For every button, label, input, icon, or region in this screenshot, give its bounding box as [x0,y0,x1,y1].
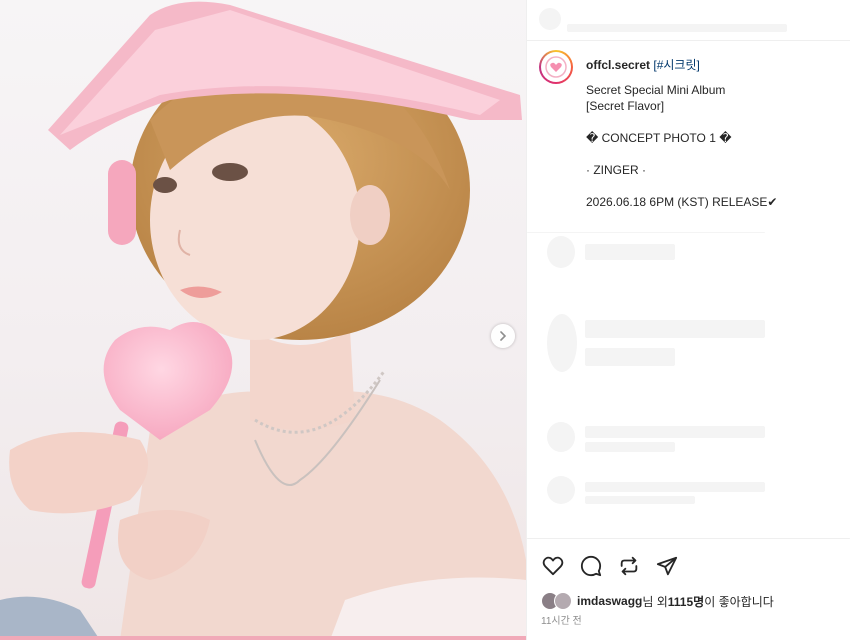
caption-line: 2026.06.18 6PM (KST) RELEASE✔ [586,195,778,209]
like-button[interactable] [541,554,565,578]
divider [527,232,765,233]
post-actions [541,554,679,578]
loading-text-placeholder [585,496,695,504]
share-button[interactable] [655,554,679,578]
comment-button[interactable] [579,554,603,578]
likes-summary: imdaswagg 님 외 1115명 이 좋아합니다 [541,592,774,610]
loading-text-placeholder [567,24,787,32]
loading-avatar-placeholder [547,422,575,452]
caption-line: Secret Special Mini Album [586,83,726,97]
avatar [554,592,572,610]
post-timestamp[interactable]: 11시간 전 [541,612,582,627]
brand-heart-logo-icon [545,56,567,78]
liker-username[interactable]: imdaswagg [577,594,642,608]
repost-button[interactable] [617,554,641,578]
heart-icon [542,556,564,576]
photo-illustration [0,1,526,640]
caption-line [586,114,841,130]
loading-avatar-placeholder [539,8,561,30]
loading-avatar-placeholder [547,314,577,372]
loading-text-placeholder [585,348,675,366]
loading-avatar-placeholder [547,236,575,268]
post-side-panel: offcl.secret [#시크릿] Secret Special Mini … [526,0,850,640]
divider [527,538,850,539]
send-icon [656,556,678,576]
bottom-accent-bar [0,636,526,640]
caption-line [586,178,841,194]
loading-text-placeholder [585,244,675,260]
hashtag-link[interactable]: [#시크릿] [653,58,699,72]
caption-line: � CONCEPT PHOTO 1 � [586,131,732,145]
loading-text-placeholder [585,482,765,492]
caption-line: [Secret Flavor] [586,99,665,113]
loading-avatar-placeholder [547,476,575,504]
instagram-post-view: offcl.secret [#시크릿] Secret Special Mini … [0,0,850,640]
repost-icon [620,556,638,576]
chevron-right-icon [500,331,507,341]
caption-line [586,146,841,162]
caption-line: · ZINGER · [586,163,646,177]
post-caption: offcl.secret [#시크릿] Secret Special Mini … [586,57,841,210]
liker-avatars[interactable] [541,592,573,610]
loading-text-placeholder [585,320,765,338]
author-avatar[interactable] [539,50,573,84]
likes-text: 님 외 [642,594,668,609]
header-placeholder [527,0,850,41]
comment-icon [580,555,602,577]
likes-count[interactable]: 1115명 [668,593,704,610]
loading-text-placeholder [585,426,765,438]
loading-text-placeholder [585,442,675,452]
post-photo[interactable] [0,0,526,640]
next-photo-button[interactable] [491,324,515,348]
likes-text: 이 좋아합니다 [704,594,774,609]
author-username[interactable]: offcl.secret [586,58,650,72]
